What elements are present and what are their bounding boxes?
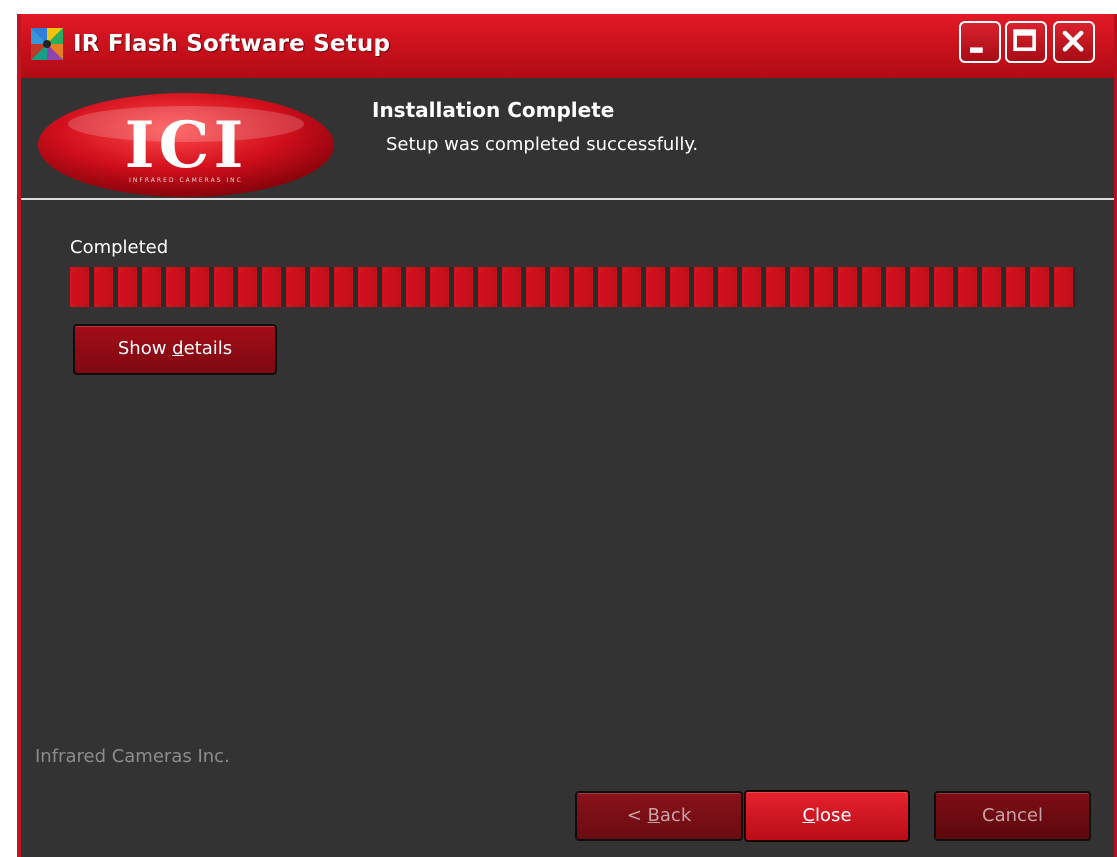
setup-window: IR Flash Software Setup ICI INFRARED CAM… [17,14,1117,857]
minimize-icon [970,47,983,53]
logo-text: ICI [125,108,248,183]
close-icon [1062,30,1084,52]
back-button[interactable]: < Back [575,791,743,841]
cancel-button[interactable]: Cancel [934,791,1091,841]
header-divider [21,198,1114,200]
page-title: Installation Complete [372,98,615,122]
page-subtitle: Setup was completed successfully. [386,134,699,155]
progress-label: Completed [70,237,169,258]
brand-label: Infrared Cameras Inc. [35,746,230,767]
show-details-button[interactable]: Show details [73,324,277,375]
title-bar[interactable]: IR Flash Software Setup [21,14,1114,78]
setup-icon [31,28,63,60]
progress-fill [70,267,1076,307]
minimize-button[interactable] [959,21,1001,63]
maximize-icon [1013,29,1036,52]
wizard-header: ICI INFRARED CAMERAS INC Installation Co… [21,78,1114,199]
logo-subtext: INFRARED CAMERAS INC [129,177,243,184]
close-window-button[interactable] [1053,21,1095,63]
window-title: IR Flash Software Setup [73,31,391,57]
ici-logo: ICI INFRARED CAMERAS INC [38,93,334,197]
maximize-button[interactable] [1005,21,1047,63]
progress-bar [70,267,1076,307]
close-button[interactable]: Close [744,790,910,842]
